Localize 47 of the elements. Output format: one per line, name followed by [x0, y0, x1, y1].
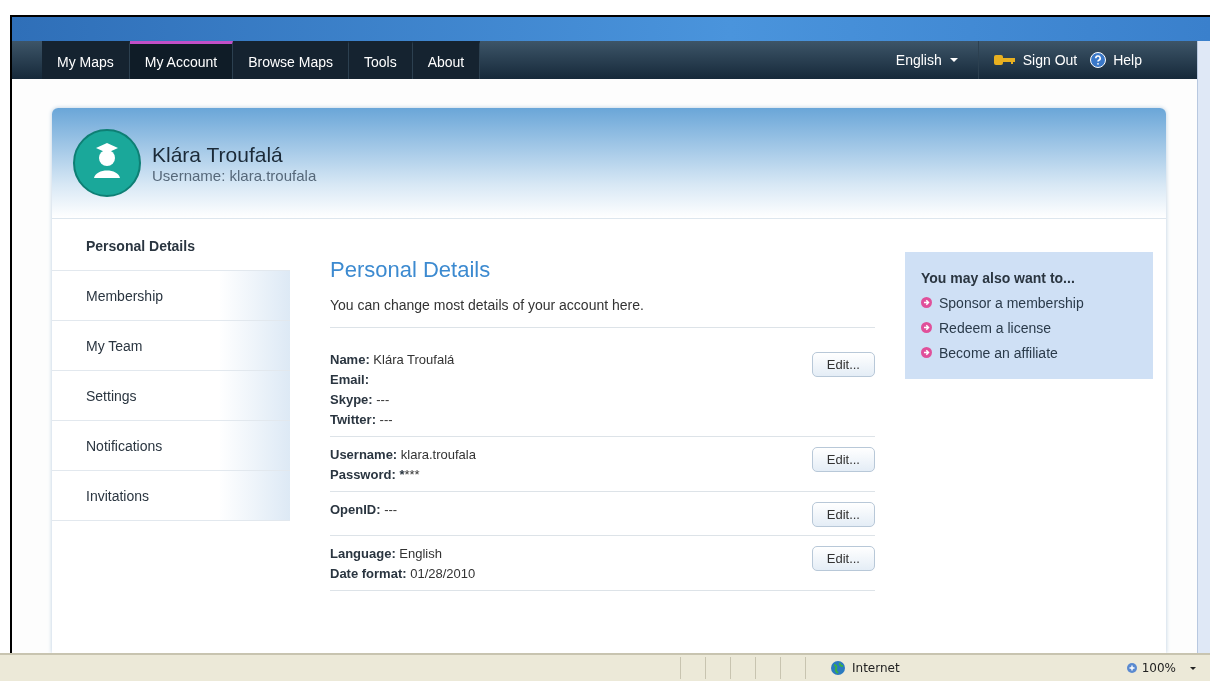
edit-button[interactable]: Edit...	[811, 502, 875, 527]
page-title: Personal Details	[330, 257, 492, 283]
intro-text: You can change most details of your account here.	[330, 297, 875, 328]
nav-tab[interactable]: About	[412, 41, 481, 79]
edit-button[interactable]: Edit...	[811, 447, 875, 472]
help-link[interactable]: Help	[1113, 52, 1142, 68]
suggestions-title: You may also want to...	[921, 270, 1076, 286]
suggestion-link[interactable]: Sponsor a membership	[939, 294, 1084, 311]
detail-line: Username: klara.troufala	[330, 447, 476, 463]
sidebar-item[interactable]: My Team	[52, 321, 290, 371]
suggestion-link[interactable]: Redeem a license	[939, 319, 1052, 336]
detail-line: Language: English	[330, 546, 443, 562]
help-icon	[1090, 52, 1107, 68]
arrow-circle-icon	[921, 297, 932, 308]
detail-line: Date format: 01/28/2010	[330, 566, 476, 582]
arrow-circle-icon	[921, 347, 932, 358]
edit-button[interactable]: Edit...	[811, 546, 875, 571]
arrow-circle-icon	[921, 322, 932, 333]
sidebar-item[interactable]: Settings	[52, 371, 290, 421]
sidebar-item[interactable]: Invitations	[52, 471, 290, 521]
user-avatar-icon	[72, 128, 142, 198]
key-icon	[993, 54, 1016, 66]
suggestion-link[interactable]: Become an affiliate	[939, 344, 1058, 361]
detail-line: OpenID: ---	[330, 502, 398, 518]
detail-line: Twitter: ---	[330, 412, 394, 428]
profile-username: Username: klara.troufala	[152, 166, 317, 184]
zoom-level[interactable]: 100%	[1141, 661, 1176, 675]
nav-tab[interactable]: Browse Maps	[233, 41, 349, 79]
zoom-icon	[1125, 662, 1138, 674]
security-zone-text: Internet	[852, 661, 900, 675]
sign-out-link[interactable]: Sign Out	[1022, 52, 1078, 68]
globe-icon	[830, 660, 846, 676]
caret-icon	[949, 58, 958, 62]
nav-tab[interactable]: Tools	[349, 41, 413, 79]
sidebar-item[interactable]: Notifications	[52, 421, 290, 471]
detail-line: Name: Klára Troufalá	[330, 352, 455, 368]
detail-line: Skype: ---	[330, 392, 391, 408]
detail-line: Password:****	[330, 467, 421, 483]
nav-tab[interactable]: My Account	[129, 41, 234, 79]
edit-button[interactable]: Edit...	[811, 352, 875, 377]
sidebar-item[interactable]: Personal Details	[52, 221, 290, 271]
sidebar-item[interactable]: Membership	[52, 271, 290, 321]
profile-name: Klára Troufalá	[152, 142, 284, 167]
scrollbar[interactable]	[1197, 41, 1210, 653]
caret-icon[interactable]	[1190, 666, 1196, 670]
detail-line: Email:	[330, 372, 370, 388]
nav-tab[interactable]: My Maps	[42, 41, 130, 79]
